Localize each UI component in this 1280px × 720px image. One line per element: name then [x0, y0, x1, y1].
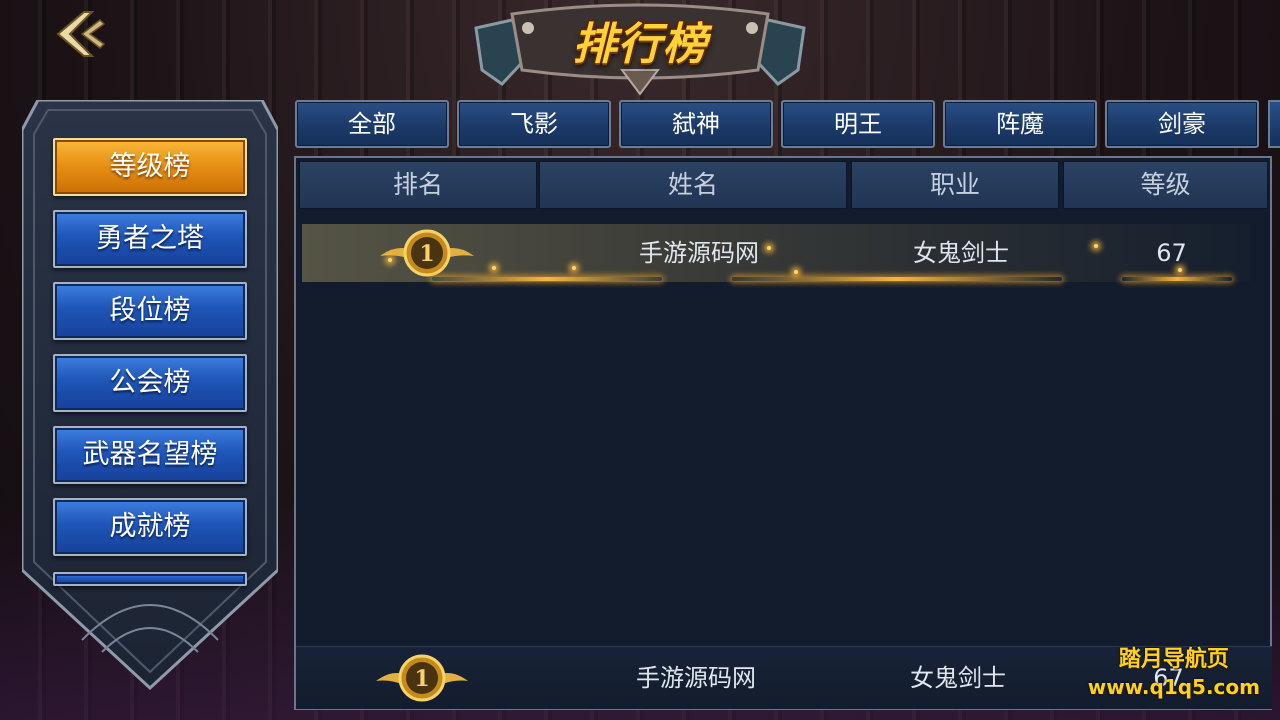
tab-overflow[interactable] [1268, 100, 1280, 148]
gold-medal-icon: 1 [380, 229, 474, 277]
sparkle [767, 246, 771, 250]
sparkle [794, 270, 798, 274]
category-sidebar: 等级榜 勇者之塔 段位榜 公会榜 武器名望榜 成就榜 [22, 100, 278, 690]
sparkle [1178, 268, 1182, 272]
column-header-class: 职业 [851, 161, 1059, 209]
row-name: 手游源码网 [639, 239, 759, 267]
rank-number: 1 [419, 241, 434, 267]
column-header-rank: 排名 [299, 161, 537, 209]
sparkle-trail [732, 277, 1062, 281]
sparkle-trail [1122, 277, 1232, 281]
chevron-left-icon [56, 11, 106, 57]
title-banner: 排行榜 [472, 0, 808, 96]
watermark: 踏月导航页 www.q1q5.com [1088, 646, 1260, 700]
table-row[interactable]: 1 手游源码网 女鬼剑士 67 [302, 224, 1250, 282]
sidebar-item-weapon-fame-rank[interactable]: 武器名望榜 [53, 426, 247, 484]
sparkle-trail [432, 277, 662, 281]
column-header-name: 姓名 [539, 161, 847, 209]
tab-shishen[interactable]: 弑神 [619, 100, 773, 148]
my-class: 女鬼剑士 [910, 664, 1006, 692]
tab-jianhao[interactable]: 剑豪 [1105, 100, 1259, 148]
sidebar-item-tier-rank[interactable]: 段位榜 [53, 282, 247, 340]
page-title: 排行榜 [572, 19, 708, 70]
tab-mingwang[interactable]: 明王 [781, 100, 935, 148]
watermark-title: 踏月导航页 [1118, 647, 1229, 672]
gold-medal-icon: 1 [376, 654, 468, 702]
sidebar-item-achievement-rank[interactable]: 成就榜 [53, 498, 247, 556]
row-level: 67 [1156, 239, 1187, 267]
my-name: 手游源码网 [636, 664, 756, 692]
sparkle [572, 266, 576, 270]
sparkle [388, 258, 392, 262]
tab-all[interactable]: 全部 [295, 100, 449, 148]
sidebar-item-hidden[interactable] [53, 572, 247, 586]
watermark-url: www.q1q5.com [1087, 675, 1260, 699]
tab-feiying[interactable]: 飞影 [457, 100, 611, 148]
tab-zhenmo[interactable]: 阵魔 [943, 100, 1097, 148]
back-button[interactable] [44, 8, 108, 60]
sparkle [1094, 244, 1098, 248]
sparkle [492, 266, 496, 270]
sidebar-item-hero-tower[interactable]: 勇者之塔 [53, 210, 247, 268]
row-class: 女鬼剑士 [913, 239, 1009, 267]
sidebar-item-guild-rank[interactable]: 公会榜 [53, 354, 247, 412]
ranking-table: 排名 姓名 职业 等级 1 手游源码网 女鬼剑士 67 [294, 156, 1272, 710]
column-header-level: 等级 [1063, 161, 1268, 209]
sidebar-item-level-rank[interactable]: 等级榜 [53, 138, 247, 196]
my-rank-number: 1 [414, 666, 429, 692]
